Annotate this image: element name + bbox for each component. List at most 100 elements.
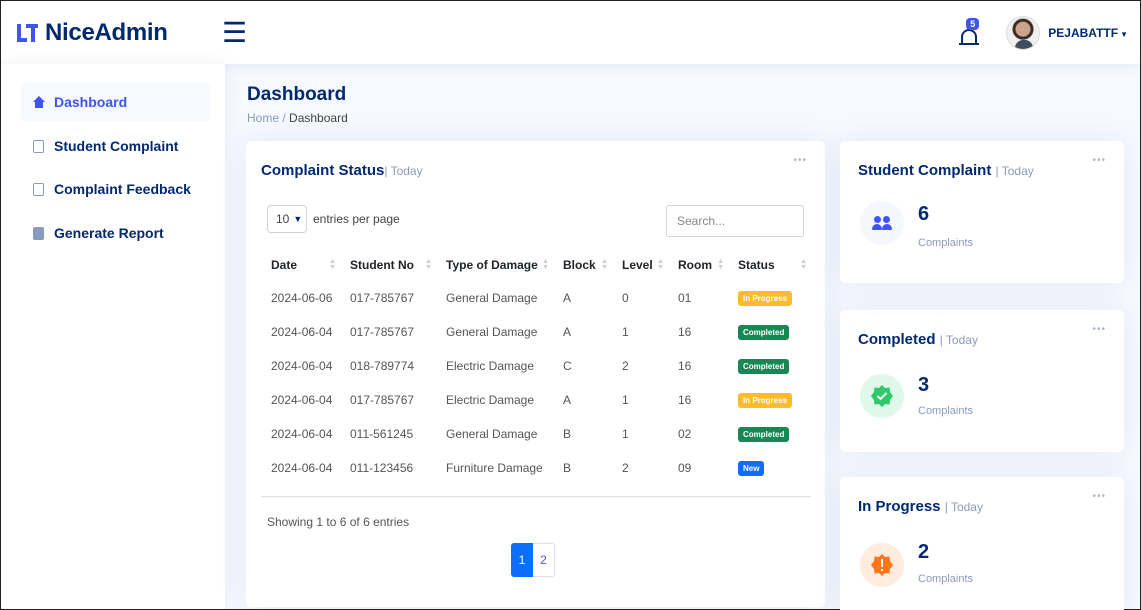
cell-type: General Damage	[446, 325, 538, 339]
cell-type: Electric Damage	[446, 359, 535, 373]
sidebar-item-generate-report[interactable]: Generate Report	[21, 214, 210, 252]
more-dots-icon[interactable]: •••	[1092, 155, 1106, 166]
column-header-room[interactable]: Room ▲ ▼	[668, 249, 728, 281]
table-header-row: Date ▲ ▼ Student No ▲ ▼ Type of Damage ▲ ▼ Blo…	[261, 249, 811, 281]
stat-value: 2	[918, 541, 930, 563]
card-subtitle: | Today	[939, 333, 978, 347]
more-dots-icon[interactable]: •••	[1092, 491, 1106, 502]
stat-value: 6	[918, 203, 930, 225]
avatar[interactable]	[1006, 15, 1041, 50]
cell-date: 2024-06-04	[271, 427, 333, 441]
home-icon	[33, 95, 45, 109]
column-header-block[interactable]: Block ▲ ▼	[553, 249, 612, 281]
card-title-text: Complaint Status	[261, 162, 385, 179]
table-row[interactable]: 2024-06-04 011-123456 Furniture Damage B 2 09…	[261, 451, 811, 485]
page-button-1[interactable]: 1	[511, 543, 533, 577]
status-badge: Completed	[738, 427, 790, 442]
complaint-table: Date ▲ ▼ Student No ▲ ▼ Type of Damage ▲ ▼ Blo…	[261, 249, 811, 485]
breadcrumb-separator: /	[282, 111, 286, 125]
cell-date: 2024-06-06	[271, 291, 333, 305]
column-header-student-no[interactable]: Student No ▲ ▼	[340, 249, 436, 281]
breadcrumb-home[interactable]: Home	[247, 111, 279, 125]
breadcrumb-current: Dashboard	[289, 111, 348, 125]
cell-student-no: 011-123456	[350, 461, 414, 475]
status-badge: In Progress	[738, 291, 793, 306]
cell-type: General Damage	[446, 291, 538, 305]
check-badge-icon	[860, 374, 904, 418]
cell-date: 2024-06-04	[271, 325, 333, 339]
card-title-text: In Progress	[858, 498, 941, 515]
cell-student-no: 017-785767	[350, 393, 415, 407]
notification-count-badge: 5	[966, 17, 980, 30]
table-row[interactable]: 2024-06-04 017-785767 Electric Damage A 1 16 I…	[261, 383, 811, 417]
stat-label: Complaints	[918, 573, 974, 585]
sort-icon: ▲ ▼	[800, 258, 807, 271]
column-header-level[interactable]: Level ▲ ▼	[612, 249, 668, 281]
showing-entries-text: Showing 1 to 6 of 6 entries	[267, 515, 410, 529]
status-badge: In Progress	[738, 393, 793, 408]
stat-label: Complaints	[918, 237, 974, 249]
more-dots-icon[interactable]: •••	[793, 155, 807, 166]
card-title: Complaint Status| Today	[261, 162, 423, 179]
status-badge: Completed	[738, 359, 790, 374]
column-header-status[interactable]: Status ▲ ▼	[728, 249, 811, 281]
logo-icon	[17, 22, 39, 44]
status-badge: Completed	[738, 325, 790, 340]
app-name: NiceAdmin	[45, 18, 168, 46]
cell-room: 02	[678, 427, 692, 441]
card-subtitle: | Today	[384, 164, 423, 178]
entries-per-page: 10 ▼ entries per page	[267, 205, 400, 233]
stat-value: 3	[918, 374, 930, 396]
top-header: NiceAdmin ☰ 5 PEJABATTF ▼	[1, 1, 1140, 64]
entries-label: entries per page	[313, 212, 400, 226]
report-icon	[33, 226, 44, 240]
card-subtitle: | Today	[995, 164, 1034, 178]
user-menu[interactable]: PEJABATTF ▼	[1048, 26, 1128, 40]
cell-date: 2024-06-04	[271, 393, 333, 407]
sidebar-item-complaint-feedback[interactable]: Complaint Feedback	[21, 170, 210, 208]
stat-label: Complaints	[918, 405, 974, 417]
table-row[interactable]: 2024-06-04 011-561245 General Damage B 1 02 Co…	[261, 417, 811, 451]
app-logo[interactable]: NiceAdmin	[17, 19, 222, 47]
table-row[interactable]: 2024-06-04 017-785767 General Damage A 1 16 Co…	[261, 315, 811, 349]
cell-date: 2024-06-04	[271, 461, 333, 475]
card-title: Student Complaint | Today	[858, 162, 1034, 179]
page-title: Dashboard	[247, 84, 347, 105]
cell-block: C	[563, 359, 572, 373]
cell-student-no: 017-785767	[350, 291, 415, 305]
cell-student-no: 011-561245	[350, 427, 414, 441]
complaint-status-card: Complaint Status| Today ••• 10 ▼ entries …	[246, 141, 825, 607]
cell-block: A	[563, 325, 572, 339]
chevron-down-icon: ▼	[293, 214, 303, 224]
document-icon	[33, 139, 44, 153]
menu-toggle-icon[interactable]: ☰	[222, 18, 247, 47]
people-icon	[860, 201, 904, 245]
entries-select[interactable]: 10 ▼	[267, 205, 307, 233]
table-divider	[261, 496, 811, 497]
sidebar-item-dashboard[interactable]: Dashboard	[21, 83, 210, 121]
cell-level: 1	[622, 325, 629, 339]
cell-student-no: 018-789774	[350, 359, 415, 373]
card-title-text: Completed	[858, 331, 936, 348]
cell-type: Furniture Damage	[446, 461, 543, 475]
more-dots-icon[interactable]: •••	[1092, 324, 1106, 335]
document-icon	[33, 182, 44, 196]
cell-block: A	[563, 393, 572, 407]
cell-room: 16	[678, 393, 692, 407]
table-row[interactable]: 2024-06-04 018-789774 Electric Damage C 2 16 C…	[261, 349, 811, 383]
sort-icon: ▲ ▼	[425, 258, 432, 271]
sidebar: Dashboard Student Complaint Complaint Fe…	[1, 64, 225, 609]
cell-block: A	[563, 291, 572, 305]
table-row[interactable]: 2024-06-06 017-785767 General Damage A 0 01 In…	[261, 281, 811, 315]
card-subtitle: | Today	[944, 500, 983, 514]
page-button-2[interactable]: 2	[533, 543, 555, 577]
cell-type: General Damage	[446, 427, 538, 441]
cell-status: Completed	[728, 349, 811, 383]
column-header-date[interactable]: Date ▲ ▼	[261, 249, 340, 281]
sort-icon: ▲ ▼	[542, 258, 549, 271]
sort-icon: ▲ ▼	[601, 258, 608, 271]
notification-bell-icon[interactable]: 5	[958, 17, 984, 48]
sidebar-item-student-complaint[interactable]: Student Complaint	[21, 127, 210, 165]
column-header-type-of-damage[interactable]: Type of Damage ▲ ▼	[436, 249, 553, 281]
search-input[interactable]	[666, 205, 804, 237]
